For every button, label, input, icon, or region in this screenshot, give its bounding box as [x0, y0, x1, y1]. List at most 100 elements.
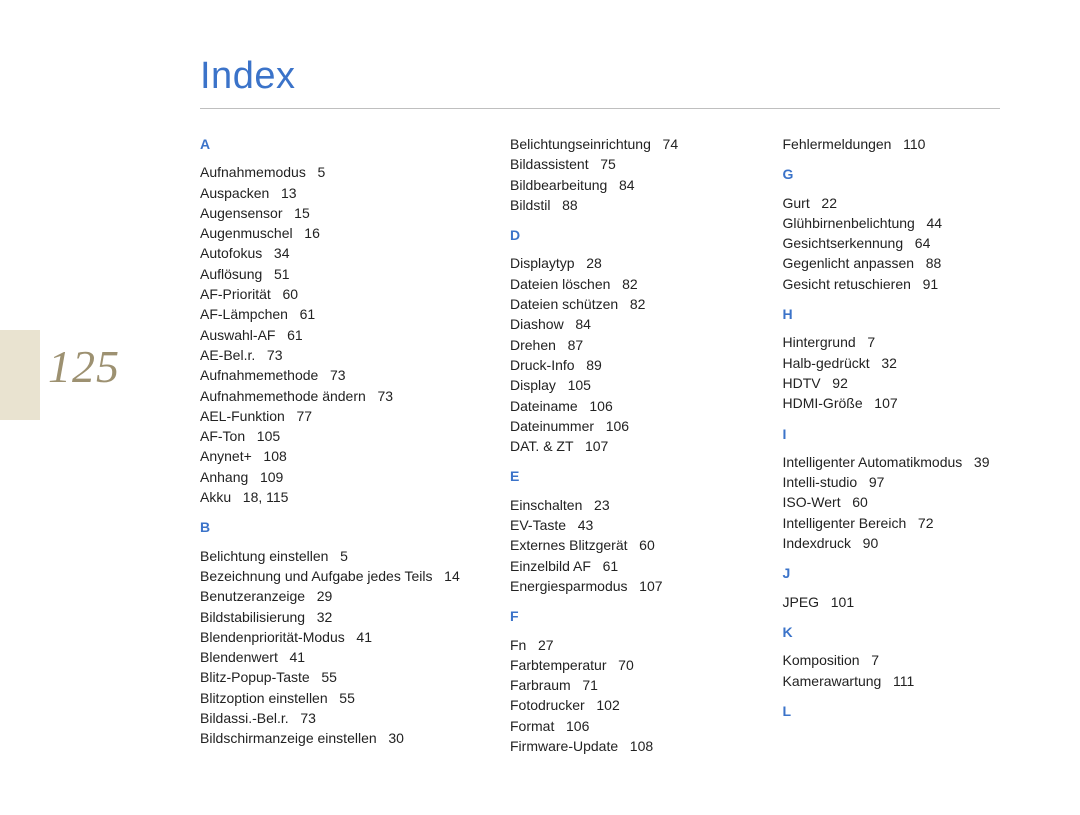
- index-entry: Auspacken 13: [200, 183, 455, 203]
- index-pages: 15: [283, 205, 310, 221]
- index-term: Bildstabilisierung: [200, 609, 305, 625]
- index-pages: 88: [914, 255, 941, 271]
- index-term: Intelligenter Automatikmodus: [783, 454, 963, 470]
- index-entry: Aufnahmemethode ändern 73: [200, 386, 455, 406]
- index-pages: 5: [328, 548, 347, 564]
- index-entry: Halb-gedrückt 32: [783, 353, 1001, 373]
- index-pages: 30: [377, 730, 404, 746]
- index-entry: Gesichtserkennung 64: [783, 233, 1001, 253]
- index-pages: 22: [810, 195, 837, 211]
- index-entry: Blendenpriorität-Modus 41: [200, 627, 455, 647]
- index-pages: 43: [566, 517, 593, 533]
- index-pages: 102: [585, 697, 620, 713]
- index-pages: 55: [328, 690, 355, 706]
- index-term: Farbraum: [510, 677, 571, 693]
- index-pages: 87: [556, 337, 583, 353]
- index-pages: 55: [310, 669, 337, 685]
- index-pages: 75: [589, 156, 616, 172]
- index-entry: Intelligenter Bereich 72: [783, 513, 1001, 533]
- index-term: Fehlermeldungen: [783, 136, 892, 152]
- index-pages: 14: [432, 568, 459, 584]
- index-term: Indexdruck: [783, 535, 851, 551]
- index-term: Bildassi.-Bel.r.: [200, 710, 289, 726]
- index-entry: Augensensor 15: [200, 203, 455, 223]
- index-term: Benutzeranzeige: [200, 588, 305, 604]
- index-entry: Benutzeranzeige 29: [200, 586, 455, 606]
- index-pages: 13: [269, 185, 296, 201]
- index-term: Externes Blitzgerät: [510, 537, 628, 553]
- index-term: Gesichtserkennung: [783, 235, 904, 251]
- index-entry: Bildassistent 75: [510, 154, 728, 174]
- index-term: Aufnahmemethode ändern: [200, 388, 366, 404]
- index-entry: Bezeichnung und Aufgabe jedes Teils 14: [200, 566, 455, 586]
- index-term: Bezeichnung und Aufgabe jedes Teils: [200, 568, 432, 584]
- index-term: AF-Ton: [200, 428, 245, 444]
- index-term: Augensensor: [200, 205, 283, 221]
- index-term: Bildassistent: [510, 156, 589, 172]
- index-pages: 44: [915, 215, 942, 231]
- index-term: Einzelbild AF: [510, 558, 591, 574]
- index-term: Farbtemperatur: [510, 657, 606, 673]
- index-term: Anhang: [200, 469, 248, 485]
- index-pages: 5: [306, 164, 325, 180]
- index-term: Gurt: [783, 195, 810, 211]
- index-entry: Blendenwert 41: [200, 647, 455, 667]
- index-pages: 111: [881, 673, 914, 689]
- index-entry: HDTV 92: [783, 373, 1001, 393]
- index-term: AF-Priorität: [200, 286, 271, 302]
- index-letter: G: [783, 164, 1001, 184]
- index-entry: Belichtung einstellen 5: [200, 546, 455, 566]
- index-pages: 29: [305, 588, 332, 604]
- index-pages: 109: [248, 469, 283, 485]
- index-entry: Glühbirnenbelichtung 44: [783, 213, 1001, 233]
- index-entry: Intelligenter Automatikmodus 39: [783, 452, 1001, 472]
- index-pages: 106: [594, 418, 629, 434]
- index-term: Bildbearbeitung: [510, 177, 607, 193]
- index-term: Dateien löschen: [510, 276, 610, 292]
- index-term: Augenmuschel: [200, 225, 293, 241]
- index-entry: Bildstabilisierung 32: [200, 607, 455, 627]
- index-entry: Bildstil 88: [510, 195, 728, 215]
- index-term: Druck-Info: [510, 357, 575, 373]
- index-pages: 106: [578, 398, 613, 414]
- index-entry: HDMI-Größe 107: [783, 393, 1001, 413]
- index-pages: 77: [285, 408, 312, 424]
- index-term: Aufnahmemodus: [200, 164, 306, 180]
- column-1: AAufnahmemodus 5Auspacken 13Augensensor …: [200, 134, 455, 756]
- index-term: Akku: [200, 489, 231, 505]
- index-term: Intelli-studio: [783, 474, 858, 490]
- index-entry: Anynet+ 108: [200, 446, 455, 466]
- index-entry: AF-Priorität 60: [200, 284, 455, 304]
- index-pages: 61: [288, 306, 315, 322]
- index-pages: 92: [821, 375, 848, 391]
- index-term: AEL-Funktion: [200, 408, 285, 424]
- index-pages: 7: [856, 334, 875, 350]
- index-pages: 91: [911, 276, 938, 292]
- page-title: Index: [200, 55, 1000, 98]
- index-entry: Belichtungseinrichtung 74: [510, 134, 728, 154]
- index-pages: 105: [556, 377, 591, 393]
- index-pages: 60: [628, 537, 655, 553]
- index-entry: AF-Ton 105: [200, 426, 455, 446]
- index-pages: 106: [554, 718, 589, 734]
- index-term: Anynet+: [200, 448, 252, 464]
- index-entry: Gurt 22: [783, 193, 1001, 213]
- index-pages: 107: [863, 395, 898, 411]
- index-pages: 32: [305, 609, 332, 625]
- index-term: Dateiname: [510, 398, 578, 414]
- index-entry: Gesicht retuschieren 91: [783, 274, 1001, 294]
- index-letter: J: [783, 563, 1001, 583]
- index-term: JPEG: [783, 594, 820, 610]
- index-pages: 61: [591, 558, 618, 574]
- index-entry: Druck-Info 89: [510, 355, 728, 375]
- index-pages: 107: [628, 578, 663, 594]
- index-entry: Aufnahmemodus 5: [200, 162, 455, 182]
- index-pages: 27: [526, 637, 553, 653]
- index-term: Gesicht retuschieren: [783, 276, 911, 292]
- index-term: Bildstil: [510, 197, 550, 213]
- index-term: Energiesparmodus: [510, 578, 628, 594]
- index-entry: Komposition 7: [783, 650, 1001, 670]
- index-entry: Kamerawartung 111: [783, 671, 1001, 691]
- index-pages: 61: [275, 327, 302, 343]
- index-pages: 39: [962, 454, 989, 470]
